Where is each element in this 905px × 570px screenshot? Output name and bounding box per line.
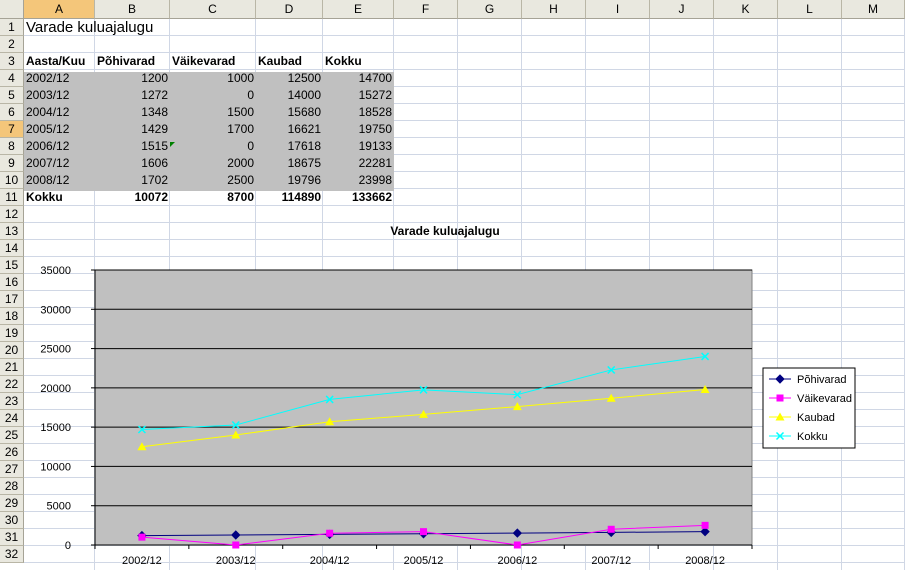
legend-label: Väikevarad [797,393,852,405]
x-tick-label: 2003/12 [216,555,256,567]
data-point [138,533,146,541]
x-tick-label: 2008/12 [685,555,725,567]
legend-marker [776,394,784,402]
spreadsheet: ABCDEFGHIJKLM 1 2 3 4 5 6 7 8 9 10 11 12 13 14 15 16 17 1… [0,0,905,570]
line-chart[interactable]: Varade kuluajalugu 0 5000 10000 15000 20000 25… [0,0,905,570]
y-tick-label: 25000 [40,344,71,356]
data-point [607,525,615,533]
chart-title: Varade kuluajalugu [390,224,499,238]
y-tick-label: 0 [65,540,71,552]
legend-label: Kaubad [797,412,835,424]
data-point [701,521,709,529]
data-point [326,529,334,537]
x-tick-label: 2006/12 [497,555,537,567]
y-tick-label: 10000 [40,461,71,473]
y-tick-label: 35000 [40,265,71,277]
y-tick-label: 5000 [47,501,71,513]
x-tick-label: 2007/12 [591,555,631,567]
data-point [232,541,240,549]
legend-label: Kokku [797,431,828,443]
x-tick-label: 2002/12 [122,555,162,567]
x-tick-label: 2005/12 [404,555,444,567]
y-tick-label: 15000 [40,422,71,434]
plot-area [94,269,753,546]
legend-label: Põhivarad [797,374,847,386]
x-tick-label: 2004/12 [310,555,350,567]
data-point [513,541,521,549]
y-tick-label: 30000 [40,304,71,316]
y-tick-label: 20000 [40,383,71,395]
data-point [420,528,427,536]
